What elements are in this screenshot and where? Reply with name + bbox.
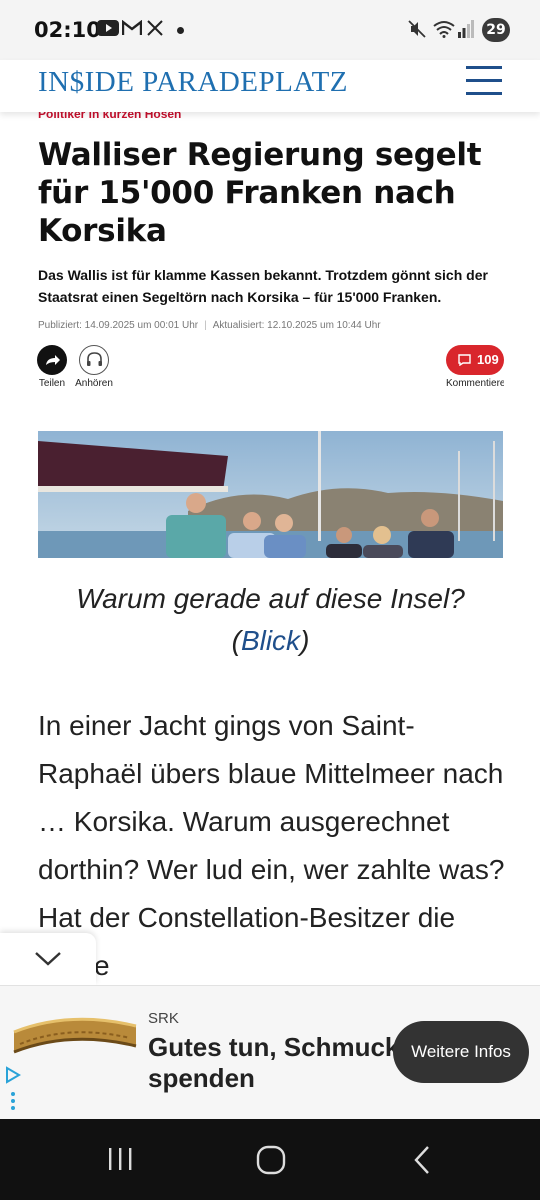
headphones-icon (86, 352, 102, 366)
home-icon[interactable] (256, 1145, 286, 1175)
ad-brand: SRK (148, 1010, 179, 1027)
ad-banner[interactable]: SRK Gutes tun, Schmuck spenden Weitere I… (0, 985, 540, 1119)
comment-icon (458, 354, 471, 366)
article-kicker[interactable]: Politiker in kurzen Hosen (38, 112, 181, 122)
article-photo (38, 431, 503, 558)
battery-icon: 29 (482, 18, 510, 42)
article-body: In einer Jacht gings von Saint-Raphaël ü… (38, 710, 505, 981)
mute-icon (408, 20, 426, 38)
system-navigation-bar (0, 1119, 540, 1200)
comments-button[interactable]: 109 Kommentiere (446, 345, 506, 389)
hamburger-menu-icon[interactable] (466, 66, 506, 98)
recent-apps-icon[interactable] (106, 1146, 134, 1172)
share-button[interactable]: Teilen (37, 345, 67, 389)
comments-label: Kommentiere (446, 378, 504, 389)
site-logo[interactable]: IN$IDE PARADEPLATZ (38, 66, 348, 99)
article-meta: Publiziert: 14.09.2025 um 00:01 Uhr | Aktu… (38, 320, 381, 331)
site-header: IN$IDE PARADEPLATZ (0, 60, 540, 112)
share-icon (46, 355, 60, 365)
published-date: Publiziert: 14.09.2025 um 00:01 Uhr (38, 320, 199, 331)
comments-count: 109 (477, 352, 499, 367)
listen-button[interactable]: Anhören (75, 345, 113, 389)
caption-text: Warum gerade auf diese Insel? (76, 583, 465, 614)
gmail-icon (122, 20, 142, 35)
photo-caption: Warum gerade auf diese Insel? (Blick) (76, 583, 465, 656)
notification-dot (177, 27, 184, 34)
ad-title[interactable]: Gutes tun, Schmuck spenden (148, 1032, 408, 1094)
chevron-down-icon (35, 952, 61, 966)
status-bar: 02:10 29 (0, 0, 540, 60)
signal-icon (458, 20, 474, 38)
ad-more-info-button[interactable]: Weitere Infos (393, 1021, 529, 1083)
wifi-icon (433, 21, 455, 38)
youtube-icon (97, 20, 119, 36)
updated-date: Aktualisiert: 12.10.2025 um 10:44 Uhr (212, 320, 381, 331)
article-lead: Das Wallis ist für klamme Kassen bekannt… (38, 267, 488, 305)
status-time: 02:10 (34, 18, 101, 42)
caption-source-link[interactable]: Blick (241, 625, 300, 656)
ad-bracelet-image (10, 1002, 140, 1074)
article-headline: Walliser Regierung segelt für 15'000 Fra… (38, 137, 482, 249)
collapse-ad-button[interactable] (0, 933, 96, 985)
listen-label: Anhören (75, 378, 113, 389)
ad-choices-icon[interactable] (3, 1066, 23, 1112)
back-icon[interactable] (412, 1145, 432, 1175)
x-icon (147, 20, 163, 36)
